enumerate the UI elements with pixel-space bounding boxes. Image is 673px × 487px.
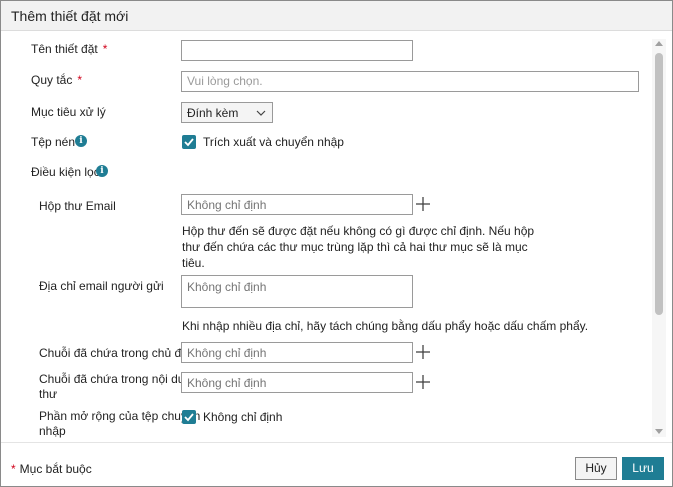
scroll-up-arrow-icon[interactable]	[655, 41, 663, 46]
chevron-down-icon	[256, 110, 266, 116]
extension-label-line-2: nhập	[39, 424, 66, 438]
rule-select-input[interactable]: Vui lòng chọn.	[181, 71, 639, 92]
new-setting-dialog: Thêm thiết đặt mới Tên thiết đặt * Quy tắ…	[0, 0, 673, 487]
checkmark-icon	[184, 413, 194, 422]
name-label: Tên thiết đặt *	[31, 42, 107, 57]
mailbox-input[interactable]	[181, 194, 413, 215]
save-button[interactable]: Lưu	[622, 457, 664, 480]
extension-unspecified-label: Không chỉ định	[203, 410, 283, 424]
target-selected-value: Đính kèm	[187, 106, 239, 120]
mailbox-label: Hộp thư Email	[39, 199, 116, 213]
target-label: Mục tiêu xử lý	[31, 105, 106, 119]
plus-icon[interactable]	[416, 375, 430, 389]
extract-import-checkbox[interactable]	[182, 135, 196, 149]
scroll-down-arrow-icon[interactable]	[655, 429, 663, 434]
filter-label: Điều kiện lọc	[31, 165, 100, 179]
vertical-scrollbar[interactable]	[652, 39, 666, 437]
compressed-label: Tệp nén	[31, 135, 76, 149]
body-text-label-line-2: thư	[39, 387, 58, 401]
required-mark: *	[102, 42, 108, 56]
body-text-label-line-1: Chuỗi đã chứa trong nội dung	[39, 372, 198, 386]
plus-icon[interactable]	[416, 197, 430, 211]
rule-label-text: Quy tắc	[31, 73, 73, 87]
dialog-title: Thêm thiết đặt mới	[11, 8, 129, 24]
required-star: *	[11, 462, 16, 476]
required-fields-note: * Mục bắt buộc	[11, 462, 92, 476]
extension-unspecified-checkbox[interactable]	[182, 410, 196, 424]
mailbox-hint-line-3: tiêu.	[182, 256, 205, 270]
info-icon[interactable]: i	[96, 165, 108, 177]
plus-icon[interactable]	[416, 345, 430, 359]
sender-label: Địa chỉ email người gửi	[39, 279, 164, 293]
extract-import-label: Trích xuất và chuyển nhập	[203, 135, 344, 149]
required-note-text: Mục bắt buộc	[19, 462, 92, 476]
checkmark-icon	[184, 138, 194, 147]
sender-email-textarea[interactable]	[181, 275, 413, 308]
rule-placeholder: Vui lòng chọn.	[187, 74, 263, 88]
extension-label-line-1: Phần mở rộng của tệp chuyển	[39, 409, 201, 423]
mailbox-hint-line-2: thư đến chứa các thư mục trùng lặp thì c…	[182, 240, 528, 254]
subject-input[interactable]	[181, 342, 413, 363]
name-label-text: Tên thiết đặt	[31, 42, 98, 56]
mailbox-hint-line-1: Hộp thư đến sẽ được đặt nếu không có gì …	[182, 224, 535, 238]
target-dropdown[interactable]: Đính kèm	[181, 102, 273, 123]
subject-label: Chuỗi đã chứa trong chủ đề	[39, 346, 188, 360]
required-mark: *	[77, 73, 83, 87]
scrollbar-thumb[interactable]	[655, 53, 663, 315]
body-text-input[interactable]	[181, 372, 413, 393]
setting-name-input[interactable]	[181, 40, 413, 61]
dialog-body: Tên thiết đặt * Quy tắc * Vui lòng chọn. M…	[1, 32, 672, 441]
dialog-footer: * Mục bắt buộc Hủy Lưu	[1, 442, 672, 486]
info-icon[interactable]: i	[75, 135, 87, 147]
cancel-button[interactable]: Hủy	[575, 457, 617, 480]
sender-hint: Khi nhập nhiều địa chỉ, hãy tách chúng b…	[182, 319, 589, 333]
rule-label: Quy tắc *	[31, 73, 82, 88]
dialog-titlebar: Thêm thiết đặt mới	[1, 1, 672, 31]
